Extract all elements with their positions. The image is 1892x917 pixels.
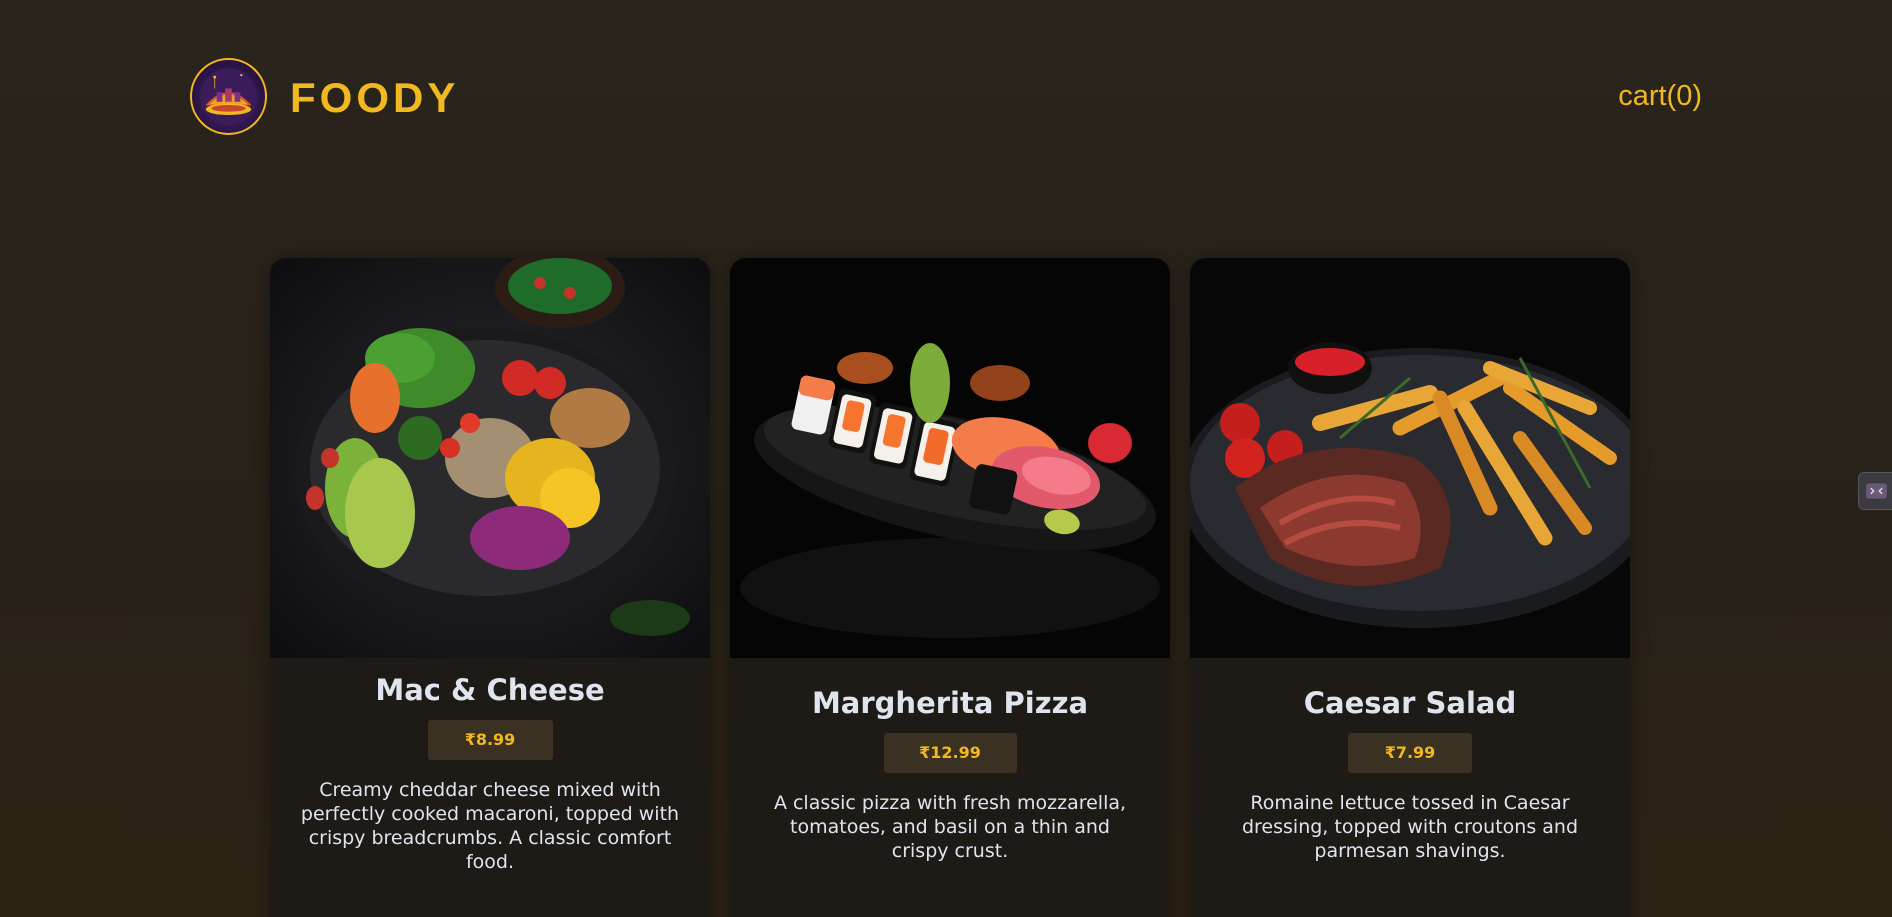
product-card[interactable]: Caesar Salad ₹7.99 Romaine lettuce tosse… [1190,258,1630,917]
sushi-platter-image [730,258,1170,658]
product-title: Caesar Salad [1303,686,1517,720]
site-header: FOODY cart(0) [190,58,1702,138]
product-description: A classic pizza with fresh mozzarella, t… [773,792,1127,862]
vegetable-bowl-image [270,258,710,658]
food-logo-icon[interactable] [190,58,267,135]
price-badge: ₹12.99 [883,733,1017,773]
price-badge: ₹8.99 [427,720,553,760]
product-description: Romaine lettuce tossed in Caesar dressin… [1241,792,1579,862]
product-title: Mac & Cheese [375,673,605,707]
steak-fries-image [1190,258,1630,658]
extension-icon[interactable] [1858,472,1892,510]
price-badge: ₹7.99 [1348,733,1472,773]
product-description: Creamy cheddar cheese mixed with perfect… [300,779,680,873]
product-card[interactable]: Mac & Cheese ₹8.99 Creamy cheddar cheese… [270,258,710,917]
cart-link[interactable]: cart(0) [1618,80,1702,113]
brand-name[interactable]: FOODY [290,74,459,122]
product-card[interactable]: Margherita Pizza ₹12.99 A classic pizza … [730,258,1170,917]
product-title: Margherita Pizza [811,686,1089,720]
